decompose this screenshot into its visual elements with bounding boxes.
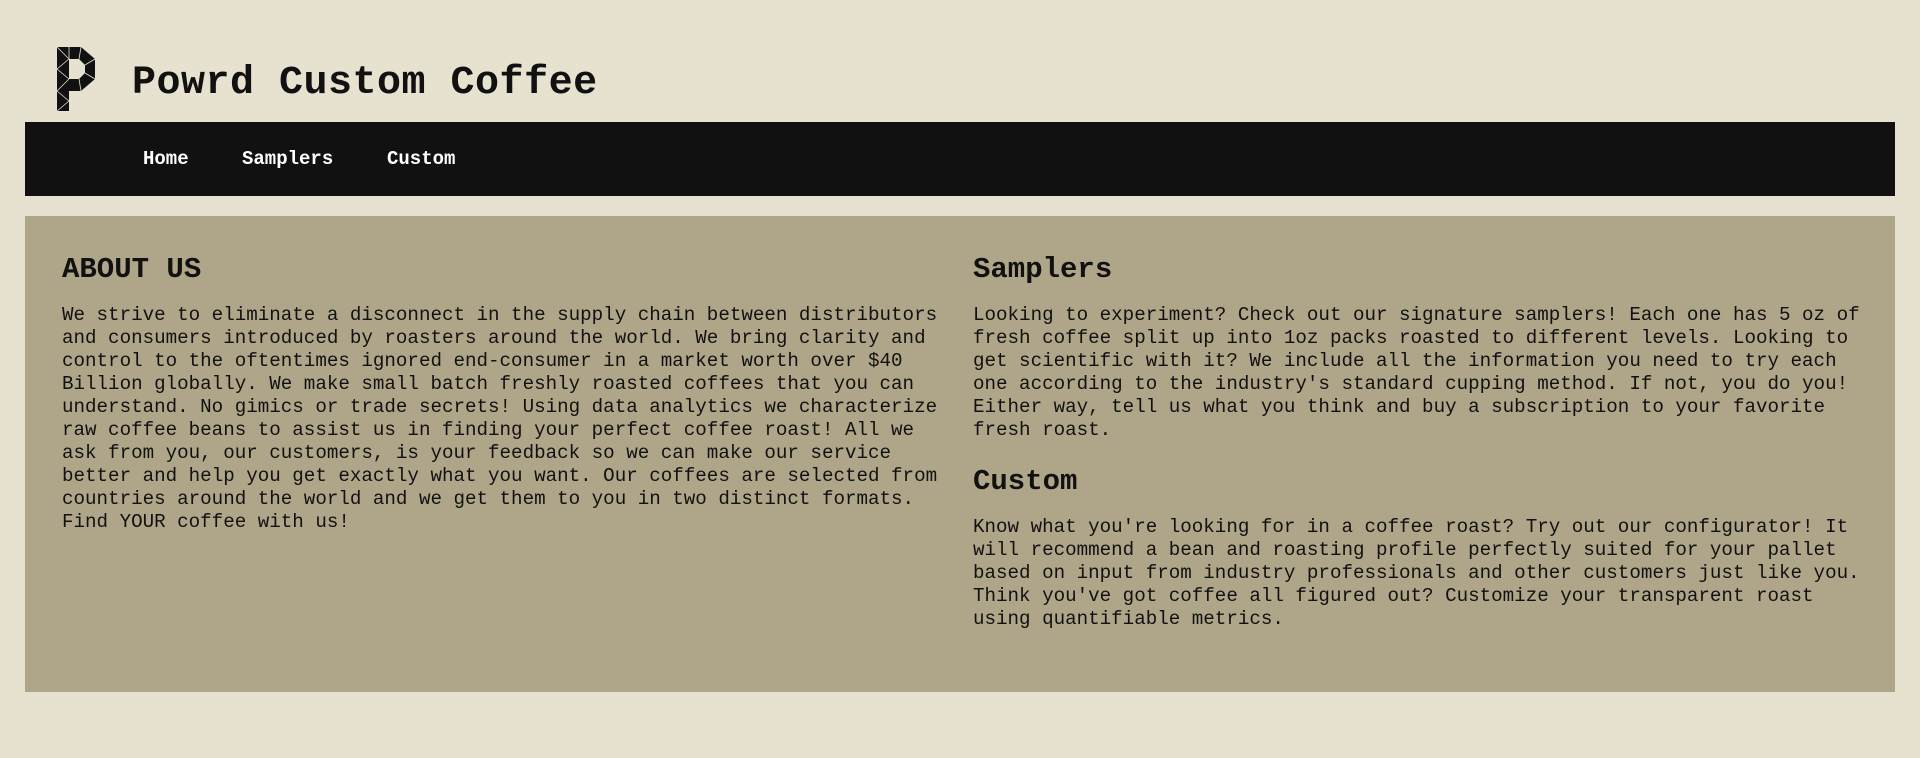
custom-text: Know what you're looking for in a coffee… bbox=[973, 516, 1860, 630]
about-text: We strive to eliminate a disconnect in t… bbox=[62, 304, 938, 533]
about-section: ABOUT US We strive to eliminate a discon… bbox=[62, 250, 942, 534]
samplers-title: Samplers bbox=[973, 253, 1113, 286]
nav-samplers-link[interactable]: Samplers bbox=[242, 122, 333, 196]
about-title: ABOUT US bbox=[62, 253, 202, 286]
powrd-p-logo-icon[interactable] bbox=[55, 45, 97, 113]
nav-custom-link[interactable]: Custom bbox=[387, 122, 455, 196]
site-title: Powrd Custom Coffee bbox=[132, 61, 598, 106]
main-navbar: Home Samplers Custom bbox=[25, 122, 1895, 196]
site-header: Powrd Custom Coffee bbox=[0, 0, 1920, 122]
samplers-text: Looking to experiment? Check out our sig… bbox=[973, 304, 1860, 441]
custom-title: Custom bbox=[973, 465, 1078, 498]
info-section: Samplers Looking to experiment? Check ou… bbox=[973, 250, 1863, 631]
nav-home-link[interactable]: Home bbox=[143, 122, 189, 196]
content-panel: ABOUT US We strive to eliminate a discon… bbox=[25, 216, 1895, 692]
